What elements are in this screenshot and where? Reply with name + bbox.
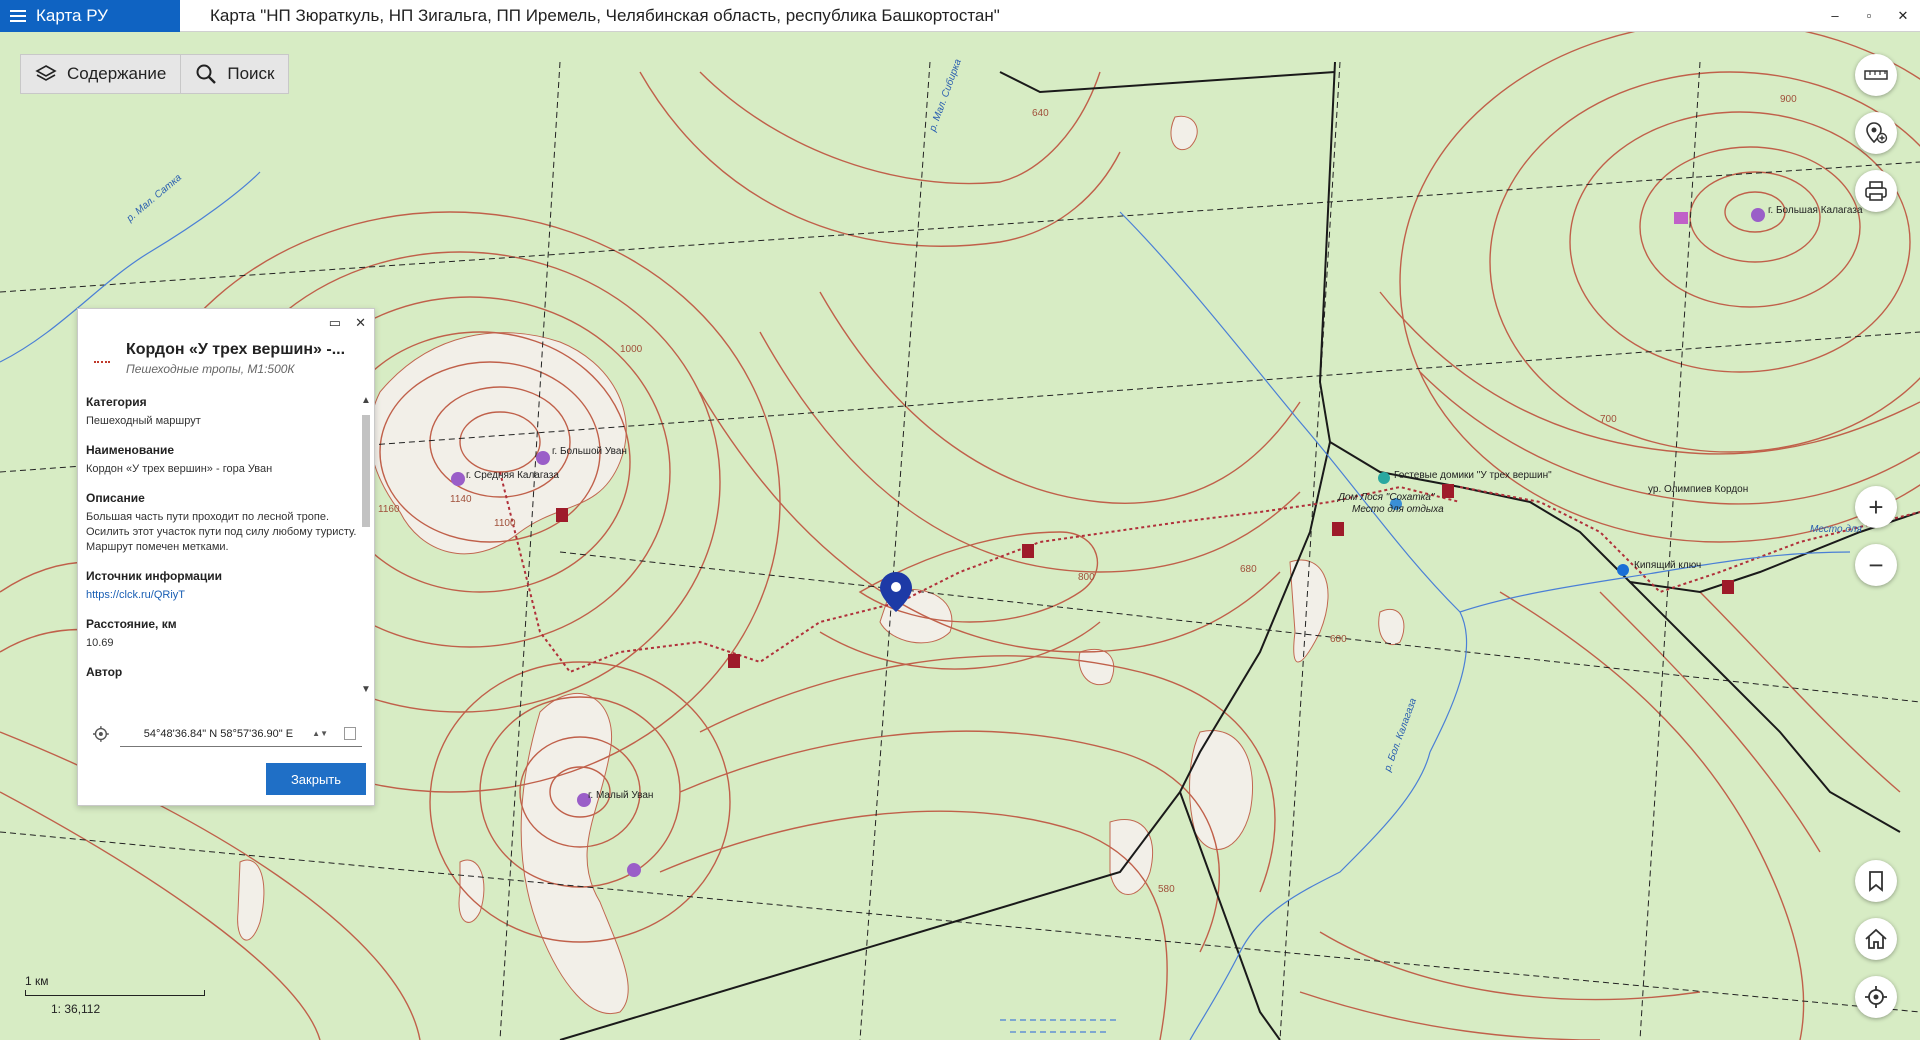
zoom-out-button[interactable]: − [1855, 544, 1897, 586]
route-legend-icon [94, 349, 110, 363]
ruler-icon [1864, 70, 1888, 80]
title-bar: Карта РУ Карта "НП Зюраткуль, НП Зигальг… [0, 0, 1920, 32]
label-middle-kalagaza: г. Средняя Калагаза [466, 470, 559, 481]
maximize-panel-icon[interactable]: ▭ [329, 315, 341, 331]
elev-1100: 1100 [494, 518, 516, 529]
map-toolbar: Содержание Поиск [20, 54, 290, 94]
ruler-button[interactable] [1855, 54, 1897, 96]
field-label: Описание [86, 491, 145, 505]
zoom-in-button[interactable]: + [1855, 486, 1897, 528]
label-moose-house: Дом Лося "Сохатка" [1337, 492, 1435, 503]
elev-1160: 1160 [378, 504, 400, 515]
elev-600: 600 [1330, 634, 1347, 645]
field-value: Кордон «У трех вершин» - гора Уван [86, 463, 273, 475]
field-value: Большая часть пути проходит по лесной тр… [86, 511, 357, 553]
scale-bar [25, 990, 205, 996]
elev-1000: 1000 [620, 344, 643, 355]
feature-attributes: Категория Пешеходный маршрут Наименовани… [86, 395, 358, 695]
close-button[interactable]: Закрыть [266, 763, 366, 795]
elev-1140: 1140 [450, 494, 472, 505]
hamburger-menu-icon [10, 9, 26, 22]
label-big-kalagaza: г. Большая Калагаза [1768, 205, 1863, 216]
elev-800: 800 [1078, 572, 1095, 583]
search-button[interactable]: Поиск [180, 55, 288, 93]
label-rest-place-1: Место для отдыха [1352, 504, 1444, 515]
field-value: Пешеходный маршрут [86, 415, 201, 427]
copy-icon[interactable] [344, 727, 356, 740]
contents-label: Содержание [67, 64, 167, 83]
label-rest-place-2: Место для [1810, 524, 1863, 535]
field-label: Категория [86, 395, 147, 409]
label-spring: Кипящий ключ [1634, 560, 1701, 571]
app-window: Карта РУ Карта "НП Зюраткуль, НП Зигальг… [0, 0, 1920, 1040]
target-icon[interactable] [92, 725, 110, 743]
panel-scrollbar[interactable]: ▲ ▼ [360, 395, 372, 695]
add-marker-button[interactable] [1855, 112, 1897, 154]
search-icon [196, 64, 217, 84]
elev-900: 900 [1780, 94, 1797, 105]
elev-700: 700 [1600, 414, 1617, 425]
elev-640: 640 [1032, 108, 1049, 119]
my-location-button[interactable] [1855, 976, 1897, 1018]
scroll-thumb[interactable] [362, 415, 370, 527]
plus-icon: + [1868, 491, 1884, 522]
window-title: Карта "НП Зюраткуль, НП Зигальга, ПП Ире… [210, 5, 1000, 25]
close-window-button[interactable]: ✕ [1886, 0, 1920, 32]
coordinates-value: 54°48'36.84" N 58°57'36.90" E [143, 727, 294, 740]
maximize-button[interactable]: ▫ [1852, 0, 1886, 32]
layers-icon [35, 65, 57, 81]
add-location-icon [1866, 122, 1888, 144]
close-panel-icon[interactable]: ✕ [355, 315, 366, 331]
field-label: Источник информации [86, 569, 222, 583]
label-guest-houses: Гостевые домики "У трех вершин" [1394, 470, 1552, 481]
elev-680: 680 [1240, 564, 1257, 575]
bookmark-icon [1869, 871, 1883, 892]
scroll-down-icon[interactable]: ▼ [360, 684, 372, 695]
label-small-uvan: г. Малый Уван [588, 790, 653, 801]
home-button[interactable] [1855, 918, 1897, 960]
home-icon [1865, 928, 1887, 949]
field-label: Наименование [86, 443, 175, 457]
feature-title: Кордон «У трех вершин» -... [126, 341, 346, 358]
feature-info-panel: ▭ ✕ Кордон «У трех вершин» -... Пешеходн… [77, 308, 375, 806]
field-label: Автор [86, 665, 123, 679]
search-label: Поиск [227, 64, 275, 83]
field-label: Расстояние, км [86, 617, 177, 631]
field-value: 10.69 [86, 637, 114, 649]
print-button[interactable] [1855, 170, 1897, 212]
minus-icon: − [1868, 549, 1884, 580]
spinner-icon[interactable]: ▲▼ [312, 729, 328, 738]
label-olimpiev-kordon: ур. Олимпиев Кордон [1648, 484, 1748, 495]
scroll-up-icon[interactable]: ▲ [360, 395, 372, 406]
contents-button[interactable]: Содержание [21, 55, 180, 93]
crosshair-icon [1865, 986, 1887, 1008]
label-big-uvan: г. Большой Уван [552, 446, 627, 457]
scale-ratio: 1: 36,112 [51, 1002, 101, 1016]
feature-layer: Пешеходные тропы, М1:500К [126, 362, 295, 376]
minimize-button[interactable]: – [1818, 0, 1852, 32]
scale-distance: 1 км [25, 974, 49, 988]
bookmark-button[interactable] [1855, 860, 1897, 902]
coordinates-field[interactable]: 54°48'36.84" N 58°57'36.90" E ▲▼ [119, 721, 362, 747]
source-link[interactable]: https://clck.ru/QRiyT [86, 588, 358, 603]
app-menu-button[interactable]: Карта РУ [0, 0, 180, 32]
map-scale: 1 км 1: 36,112 [25, 974, 205, 1016]
printer-icon [1865, 181, 1887, 201]
elev-580: 580 [1158, 884, 1175, 895]
app-name: Карта РУ [36, 5, 108, 25]
